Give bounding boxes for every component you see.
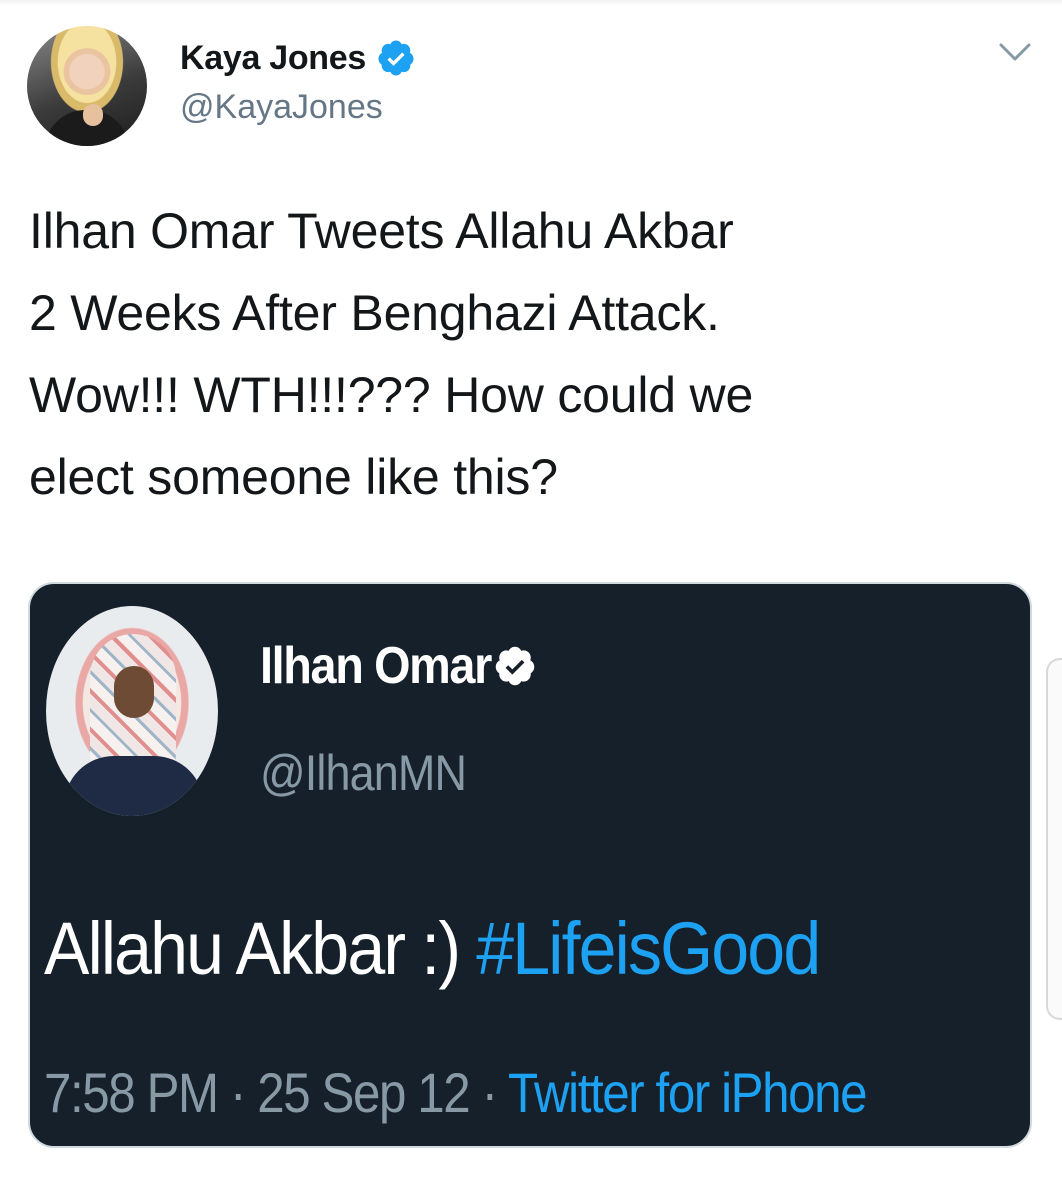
embedded-tweet-meta: 7:58 PM · 25 Sep 12 · Twitter for iPhone (44, 1060, 868, 1125)
embedded-tweet-text: Allahu Akbar :) #LifeisGood (44, 906, 821, 991)
meta-separator: · (229, 1061, 246, 1124)
embedded-time: 7:58 PM (44, 1061, 219, 1124)
avatar-hand-shape (83, 104, 103, 126)
embedded-author-handle: @IlhanMN (260, 745, 467, 801)
tweet-text-line: 2 Weeks After Benghazi Attack. (29, 285, 720, 341)
tweet-body-text: Ilhan Omar Tweets Allahu Akbar 2 Weeks A… (29, 190, 989, 518)
avatar-coat-shape (64, 756, 204, 816)
scroll-edge-handle[interactable] (1046, 658, 1062, 1020)
embedded-source-link: Twitter for iPhone (508, 1061, 868, 1124)
top-edge-divider (0, 0, 1062, 6)
embedded-tweet-body: Allahu Akbar :) (44, 907, 461, 990)
embedded-date: 25 Sep 12 (257, 1061, 470, 1124)
verified-badge-icon (378, 40, 414, 76)
tweet-text-line: Ilhan Omar Tweets Allahu Akbar (29, 203, 734, 259)
embedded-author-display-name: Ilhan Omar (260, 637, 492, 695)
author-name-row[interactable]: Kaya Jones (180, 36, 416, 80)
chevron-down-icon[interactable] (998, 40, 1032, 64)
author-avatar[interactable] (27, 26, 147, 146)
meta-separator: · (481, 1061, 498, 1124)
author-display-name[interactable]: Kaya Jones (180, 39, 366, 78)
embedded-verified-badge-icon (495, 646, 534, 686)
tweet-text-line: Wow!!! WTH!!!??? How could we (29, 367, 754, 423)
author-handle[interactable]: @KayaJones (180, 88, 383, 127)
tweet-media-image[interactable]: Ilhan Omar @IlhanMN Allahu Akbar :) #Lif… (28, 582, 1032, 1148)
tweet-page: Kaya Jones @KayaJones Ilhan Omar Tweets … (0, 0, 1062, 1200)
tweet-text-line: elect someone like this? (29, 449, 558, 505)
embedded-hashtag-link: #LifeisGood (476, 907, 821, 990)
embedded-author-name-row: Ilhan Omar (260, 634, 537, 698)
avatar-face-shape (114, 666, 154, 718)
embedded-author-avatar (46, 606, 218, 816)
